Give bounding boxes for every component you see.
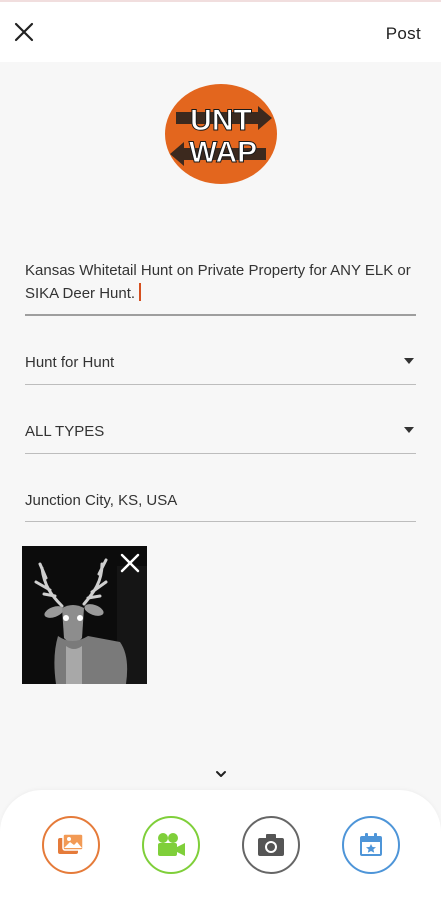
calendar-icon — [360, 833, 382, 856]
listing-title-input[interactable]: Kansas Whitetail Hunt on Private Propert… — [25, 258, 416, 316]
top-bar: Post — [0, 0, 441, 62]
dropdown-arrow-icon — [404, 427, 414, 433]
location-input[interactable]: Junction City, KS, USA — [25, 490, 416, 522]
close-button[interactable] — [10, 18, 38, 46]
take-photo-button[interactable] — [242, 816, 300, 874]
listing-title-text: Kansas Whitetail Hunt on Private Propert… — [25, 262, 411, 302]
attached-photo[interactable] — [22, 546, 147, 684]
hunt-types-select[interactable]: ALL TYPES — [25, 421, 416, 454]
close-icon — [120, 553, 140, 573]
video-camera-icon — [158, 833, 185, 856]
svg-text:UNT: UNT — [190, 104, 252, 137]
add-event-button[interactable] — [342, 816, 400, 874]
dropdown-arrow-icon — [404, 358, 414, 364]
camera-icon — [258, 834, 284, 856]
remove-photo-button[interactable] — [119, 552, 141, 574]
collapse-toolbar-button[interactable] — [213, 767, 229, 779]
text-cursor — [139, 283, 142, 301]
post-button[interactable]: Post — [386, 24, 421, 44]
chevron-down-icon — [216, 771, 226, 777]
close-icon — [14, 22, 34, 42]
svg-text:WAP: WAP — [189, 136, 257, 169]
add-photo-from-gallery-button[interactable] — [42, 816, 100, 874]
trade-type-select[interactable]: Hunt for Hunt — [25, 352, 416, 385]
gallery-icon — [58, 833, 84, 854]
hunt-swap-logo: UNT WAP — [162, 82, 280, 186]
add-video-button[interactable] — [142, 816, 200, 874]
media-toolbar — [0, 790, 441, 900]
location-value: Junction City, KS, USA — [25, 492, 178, 509]
hunt-types-value: ALL TYPES — [25, 423, 105, 440]
trade-type-value: Hunt for Hunt — [25, 354, 115, 371]
